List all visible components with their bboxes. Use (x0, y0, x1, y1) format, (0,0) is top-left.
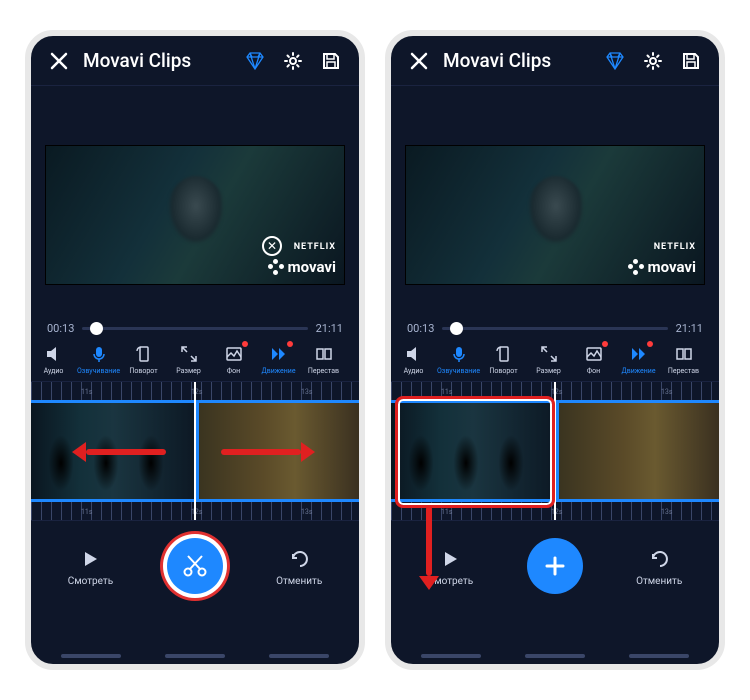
tool-rotate[interactable]: Поворот (481, 343, 526, 375)
video-frame[interactable]: NETFLIX movavi (405, 145, 705, 285)
app-topbar: Movavi Clips (391, 36, 719, 86)
tool-reorder[interactable]: Перестав (301, 343, 346, 375)
watermark-brand: movavi (268, 258, 336, 276)
tools-row: Аудио Озвучивание Поворот Размер Фон Дви… (31, 339, 359, 381)
remove-watermark-icon[interactable]: ✕ (262, 236, 282, 256)
save-icon[interactable] (677, 47, 705, 75)
provider-badge: NETFLIX (294, 242, 336, 252)
nav-handle (525, 654, 585, 658)
badge-new (242, 341, 248, 347)
add-fab[interactable] (527, 538, 583, 594)
tool-voice[interactable]: Озвучивание (76, 343, 121, 375)
rotate-icon (133, 343, 155, 365)
save-icon[interactable] (317, 47, 345, 75)
tool-audio[interactable]: Аудио (391, 343, 436, 375)
swap-icon (313, 343, 335, 365)
watermark-brand: movavi (628, 258, 696, 276)
nav-handle (61, 654, 121, 658)
premium-diamond-icon[interactable] (601, 47, 629, 75)
scrub-track[interactable] (442, 327, 667, 330)
watch-button[interactable]: Смотреть (68, 546, 113, 587)
tool-rotate[interactable]: Поворот (121, 343, 166, 375)
tools-row: Аудио Озвучивание Поворот Размер Фон Дви… (391, 339, 719, 381)
tool-voice[interactable]: Озвучивание (436, 343, 481, 375)
time-current: 00:13 (47, 322, 74, 335)
expand-icon (538, 343, 560, 365)
time-total: 21:11 (676, 322, 703, 335)
movavi-logo-icon (268, 259, 284, 275)
nav-handle (165, 654, 225, 658)
play-icon (437, 546, 463, 572)
scrub-bar: 00:13 21:11 (31, 316, 359, 339)
video-preview: NETFLIX movavi (391, 86, 719, 316)
scissors-icon (182, 553, 208, 579)
app-topbar: Movavi Clips (31, 36, 359, 86)
watermark-text: movavi (648, 258, 696, 276)
video-frame[interactable]: ✕ NETFLIX movavi (45, 145, 345, 285)
speaker-icon (43, 343, 65, 365)
app-title: Movavi Clips (83, 49, 191, 72)
nav-handle (629, 654, 689, 658)
clip-2[interactable] (559, 403, 719, 499)
bottom-bar: Смотреть Отменить (31, 521, 359, 611)
scrub-handle[interactable] (90, 322, 103, 335)
tool-bg[interactable]: Фон (571, 343, 616, 375)
time-current: 00:13 (407, 322, 434, 335)
annotation-arrow-right (221, 449, 301, 455)
tool-size[interactable]: Размер (526, 343, 571, 375)
cancel-button[interactable]: Отменить (276, 546, 322, 587)
badge-new (647, 341, 653, 347)
app-title: Movavi Clips (443, 49, 551, 72)
undo-icon (286, 546, 312, 572)
tool-motion[interactable]: Движение (616, 343, 661, 375)
playhead[interactable] (554, 382, 556, 520)
video-preview: ✕ NETFLIX movavi (31, 86, 359, 316)
badge-new (287, 341, 293, 347)
forward-icon (268, 343, 290, 365)
scrub-handle[interactable] (450, 322, 463, 335)
tool-reorder[interactable]: Перестав (661, 343, 706, 375)
mic-icon (88, 343, 110, 365)
watermark-text: movavi (288, 258, 336, 276)
nav-handle (269, 654, 329, 658)
close-icon[interactable] (405, 47, 433, 75)
picture-icon (583, 343, 605, 365)
clip-1[interactable] (391, 403, 556, 499)
expand-icon (178, 343, 200, 365)
timeline[interactable]: 11s 12s 13s 11s 12s 13s (31, 381, 359, 521)
badge-new (602, 341, 608, 347)
forward-icon (628, 343, 650, 365)
tool-audio[interactable]: Аудио (31, 343, 76, 375)
phone-left: Movavi Clips ✕ NETFLIX movavi 00:13 21:1… (25, 30, 365, 670)
swap-icon (673, 343, 695, 365)
bottom-bar: Смотреть Отменить (391, 521, 719, 611)
cut-fab[interactable] (167, 538, 223, 594)
time-total: 21:11 (316, 322, 343, 335)
annotation-arrow-down (426, 506, 432, 576)
movavi-logo-icon (628, 259, 644, 275)
plus-icon (542, 553, 568, 579)
tool-size[interactable]: Размер (166, 343, 211, 375)
playhead[interactable] (194, 382, 196, 520)
phone-right: Movavi Clips NETFLIX movavi 00:13 21:11 (385, 30, 725, 670)
scrub-track[interactable] (82, 327, 307, 330)
speaker-icon (403, 343, 425, 365)
provider-badge: NETFLIX (654, 242, 696, 252)
tool-bg[interactable]: Фон (211, 343, 256, 375)
scrub-bar: 00:13 21:11 (391, 316, 719, 339)
tool-motion[interactable]: Движение (256, 343, 301, 375)
picture-icon (223, 343, 245, 365)
close-icon[interactable] (45, 47, 73, 75)
gear-icon[interactable] (279, 47, 307, 75)
premium-diamond-icon[interactable] (241, 47, 269, 75)
annotation-arrow-left (86, 449, 166, 455)
timeline[interactable]: 11s 12s 13s 11s 12s 13s (391, 381, 719, 521)
rotate-icon (493, 343, 515, 365)
gear-icon[interactable] (639, 47, 667, 75)
cancel-button[interactable]: Отменить (636, 546, 682, 587)
nav-handle (421, 654, 481, 658)
mic-icon (448, 343, 470, 365)
play-icon (77, 546, 103, 572)
undo-icon (646, 546, 672, 572)
